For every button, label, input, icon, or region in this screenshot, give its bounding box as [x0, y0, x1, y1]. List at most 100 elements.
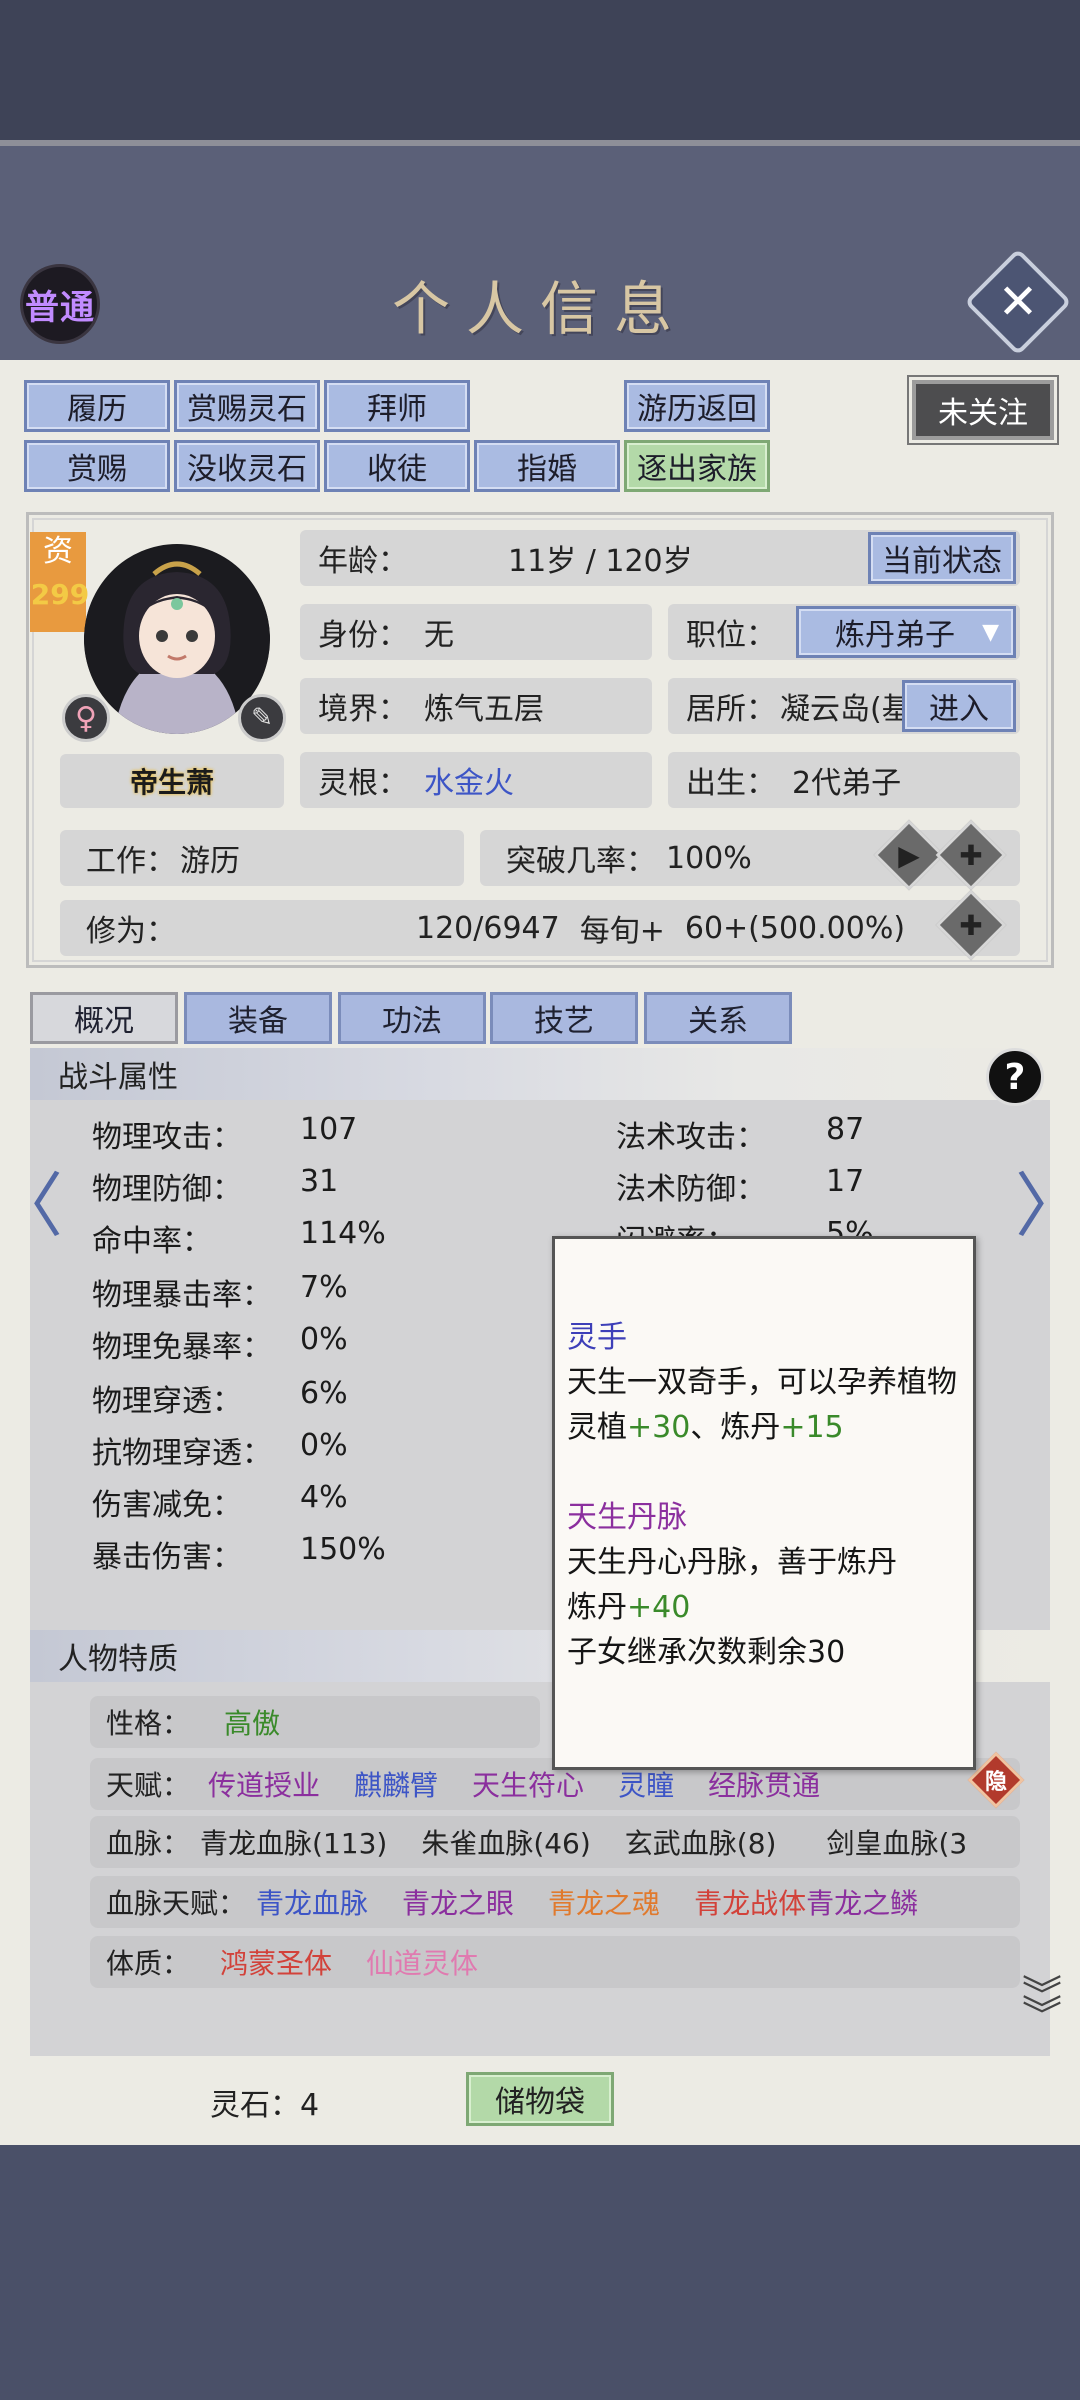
follow-button[interactable]: 未关注: [912, 380, 1054, 440]
storage-bag-button[interactable]: 储物袋: [466, 2072, 614, 2126]
realm-value: 炼气五层: [424, 692, 544, 727]
expel-button[interactable]: 逐出家族: [624, 440, 770, 492]
bloodline-gift-row: 血脉天赋： 青龙血脉 青龙之眼 青龙之魂 青龙战体 青龙之鳞: [90, 1876, 1020, 1928]
identity-label: 身份：: [318, 618, 408, 653]
birth-field: 出生： 2代弟子: [668, 752, 1020, 808]
reward-stone-button[interactable]: 赏赐灵石: [174, 380, 320, 432]
tooltip-bonus: 灵植+30、炼丹+15: [567, 1410, 844, 1445]
residence-value: 凝云岛(基: [780, 692, 912, 727]
bloodline-gift-label: 血脉天赋：: [106, 1887, 247, 1920]
tab-relations[interactable]: 关系: [644, 992, 792, 1044]
tooltip-title: 灵手: [567, 1320, 627, 1355]
physique-item[interactable]: 仙道灵体: [366, 1942, 478, 1982]
tab-techniques[interactable]: 功法: [338, 992, 486, 1044]
expand-down-icon[interactable]: ︾ ︾: [1012, 1976, 1072, 2056]
tab-skills[interactable]: 技艺: [490, 992, 638, 1044]
plus-icon[interactable]: ✚: [946, 900, 996, 950]
history-button[interactable]: 履历: [24, 380, 170, 432]
birth-value: 2代弟子: [792, 766, 902, 801]
edit-icon[interactable]: ✎: [238, 694, 286, 742]
breakthrough-label: 突破几率：: [506, 844, 656, 879]
spirit-stone-count: 灵石：4: [210, 2088, 320, 2123]
age-label: 年龄：: [318, 544, 408, 579]
current-status-button[interactable]: 当前状态: [868, 532, 1016, 584]
residence-label: 居所：: [686, 692, 776, 727]
mode-badge[interactable]: 普通: [20, 264, 100, 344]
physique-row: 体质： 鸿蒙圣体 仙道灵体: [90, 1936, 1020, 1988]
tab-overview[interactable]: 概况: [30, 992, 178, 1044]
bloodline-gift-item[interactable]: 青龙战体: [694, 1882, 806, 1922]
next-arrow-icon[interactable]: 〉: [1015, 1160, 1080, 1247]
stat-value: 87: [826, 1112, 865, 1147]
breakthrough-value: 100%: [666, 840, 752, 876]
return-from-travel-button[interactable]: 游历返回: [624, 380, 770, 432]
physique-item[interactable]: 鸿蒙圣体: [220, 1942, 332, 1982]
apprentice-to-button[interactable]: 拜师: [324, 380, 470, 432]
gift-item[interactable]: 经脉贯通: [708, 1764, 820, 1804]
bloodline-label: 血脉：: [106, 1827, 191, 1860]
tooltip-desc: 天生丹心丹脉，善于炼丹: [567, 1545, 897, 1580]
cultivation-label: 修为：: [86, 914, 176, 949]
bloodline-gift-item[interactable]: 青龙之眼: [402, 1882, 514, 1922]
stat-label: 物理免暴率：: [92, 1330, 272, 1365]
bloodline-gift-item[interactable]: 青龙之魂: [548, 1882, 660, 1922]
cultivation-field: 修为： 120/6947 每旬+ 60+(500.00%): [60, 900, 1020, 956]
stat-value: 17: [826, 1164, 865, 1199]
bloodline-item[interactable]: 朱雀血脉(46): [421, 1822, 590, 1862]
bottom-area: [0, 2145, 1080, 2400]
gift-item[interactable]: 天生符心: [472, 1764, 584, 1804]
personality-row: 性格： 高傲: [90, 1696, 540, 1748]
enter-button[interactable]: 进入: [902, 680, 1016, 732]
tooltip-note: 子女继承次数剩余30: [567, 1635, 846, 1670]
stat-label: 暴击伤害：: [92, 1540, 242, 1575]
confiscate-stone-button[interactable]: 没收灵石: [174, 440, 320, 492]
hidden-badge-label[interactable]: 隐: [976, 1760, 1016, 1800]
prev-arrow-icon[interactable]: 〈: [0, 1160, 63, 1247]
identity-value: 无: [424, 618, 454, 653]
tab-equipment[interactable]: 装备: [184, 992, 332, 1044]
stat-label: 法术攻击：: [616, 1120, 766, 1155]
position-label: 职位：: [686, 618, 776, 653]
help-icon[interactable]: ?: [986, 1048, 1044, 1106]
close-icon[interactable]: ✕: [980, 264, 1056, 340]
personality-value[interactable]: 高傲: [224, 1702, 280, 1742]
bloodline-item[interactable]: 青龙血脉(113): [200, 1822, 387, 1862]
stat-label: 伤害减免：: [92, 1488, 242, 1523]
physique-label: 体质：: [106, 1947, 191, 1980]
tooltip-bonus: 炼丹+40: [567, 1590, 691, 1625]
bloodline-gift-item[interactable]: 青龙血脉: [256, 1882, 368, 1922]
tooltip-title: 天生丹脉: [567, 1500, 687, 1535]
stat-value: 7%: [300, 1270, 348, 1305]
stat-label: 物理攻击：: [92, 1120, 242, 1155]
identity-field: 身份： 无: [300, 604, 652, 660]
reward-button[interactable]: 赏赐: [24, 440, 170, 492]
take-disciple-button[interactable]: 收徒: [324, 440, 470, 492]
play-icon[interactable]: ▶: [884, 830, 934, 880]
age-value: 11岁 / 120岁: [508, 544, 693, 579]
stat-label: 法术防御：: [616, 1172, 766, 1207]
stat-value: 114%: [300, 1216, 386, 1251]
chevron-down-icon: ▼: [982, 619, 999, 645]
cultivation-rate-label: 每旬+: [579, 914, 665, 949]
stat-value: 107: [300, 1112, 358, 1147]
personality-label: 性格：: [106, 1707, 191, 1740]
female-icon: ♀: [62, 694, 110, 742]
work-field: 工作： 游历: [60, 830, 464, 886]
gift-item[interactable]: 传道授业: [208, 1764, 320, 1804]
arrange-marriage-button[interactable]: 指婚: [474, 440, 620, 492]
stat-label: 物理防御：: [92, 1172, 242, 1207]
stat-value: 31: [300, 1164, 339, 1199]
bloodline-item[interactable]: 剑皇血脉(3: [826, 1822, 967, 1862]
spirit-root-value: 水金火: [424, 766, 514, 801]
gift-item[interactable]: 灵瞳: [618, 1764, 674, 1804]
stat-label: 物理暴击率：: [92, 1278, 272, 1313]
gift-label: 天赋：: [106, 1769, 191, 1802]
gift-item[interactable]: 麒麟臂: [354, 1764, 438, 1804]
spirit-root-label: 灵根：: [318, 766, 408, 801]
position-select[interactable]: 炼丹弟子 ▼: [796, 606, 1016, 658]
combat-section-title: 战斗属性: [30, 1048, 1050, 1100]
realm-field: 境界： 炼气五层: [300, 678, 652, 734]
plus-icon[interactable]: ✚: [946, 830, 996, 880]
bloodline-item[interactable]: 玄武血脉(8): [625, 1822, 777, 1862]
bloodline-gift-item[interactable]: 青龙之鳞: [806, 1882, 918, 1922]
